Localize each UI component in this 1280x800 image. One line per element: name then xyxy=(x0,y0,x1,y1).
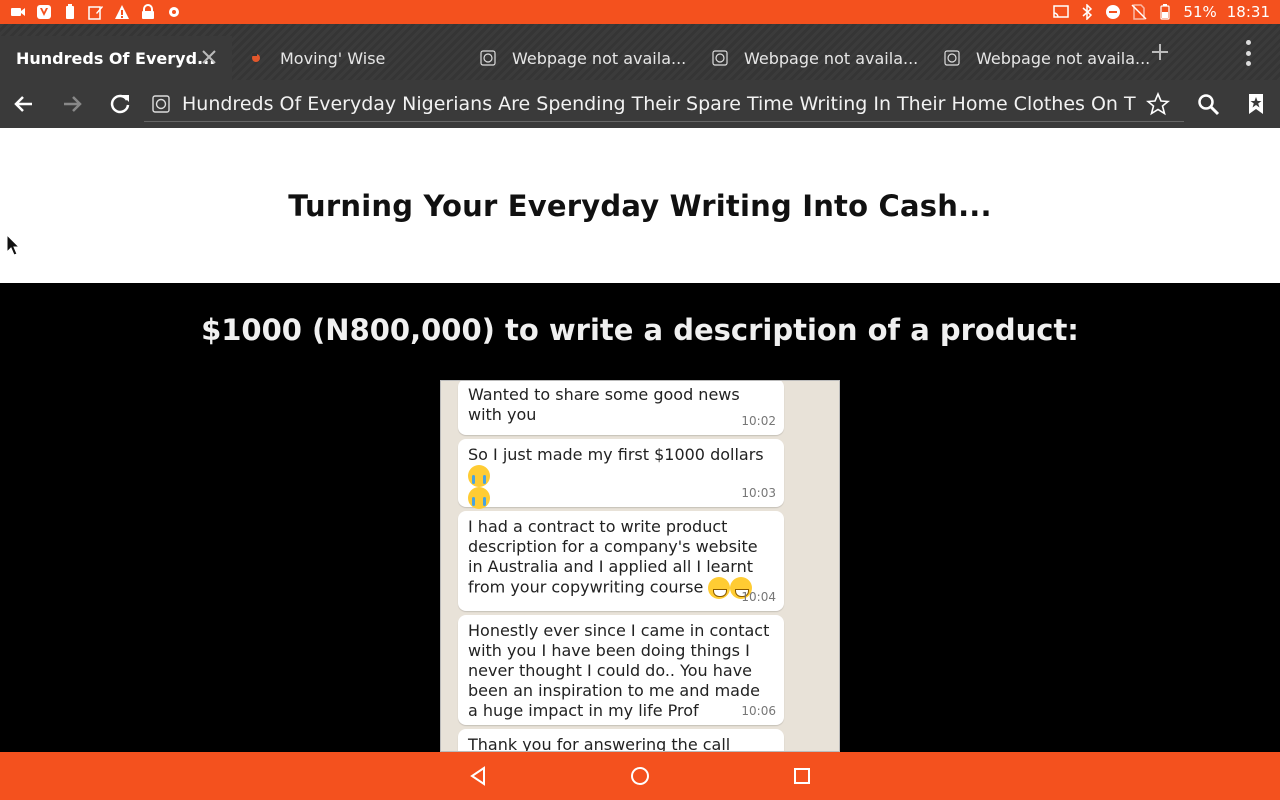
chat-message-text: So I just made my first $1000 dollars xyxy=(468,445,764,464)
no-sim-icon xyxy=(1131,4,1147,20)
address-bar[interactable]: Hundreds Of Everyday Nigerians Are Spend… xyxy=(144,86,1184,122)
page-headline: Turning Your Everyday Writing Into Cash.… xyxy=(288,188,992,223)
tab-hundreds-of-everyday[interactable]: Hundreds Of Everyd... xyxy=(0,36,232,80)
chat-message-text: Honestly ever since I came in contact wi… xyxy=(468,621,770,720)
chat-message-text: Wanted to share some good news with you xyxy=(468,385,740,424)
tab-webpage-not-available-3[interactable]: Webpage not availa... xyxy=(944,36,1150,80)
chat-message: I had a contract to write product descri… xyxy=(458,511,784,611)
chat-message-time: 10:04 xyxy=(741,590,776,604)
chat-message-time: 10:03 xyxy=(741,486,776,500)
star-icon xyxy=(1145,91,1171,116)
vivaldi-icon xyxy=(36,4,52,20)
do-not-disturb-icon xyxy=(1105,4,1121,20)
new-tab-button[interactable] xyxy=(1148,40,1172,64)
arrow-right-icon xyxy=(64,96,82,112)
navigation-bar xyxy=(0,752,1280,800)
section-subheading: $1000 (N800,000) to write a description … xyxy=(201,313,1079,347)
tab-moving-wise[interactable]: Moving' Wise xyxy=(248,36,385,80)
chat-message: Thank you for answering the call xyxy=(458,729,784,752)
square-recents-icon xyxy=(794,768,810,784)
warning-icon xyxy=(114,4,130,20)
arrow-left-icon xyxy=(14,96,32,112)
site-info-icon[interactable] xyxy=(152,94,170,113)
browser-toolbar: Hundreds Of Everyday Nigerians Are Spend… xyxy=(0,80,1280,128)
web-page: Turning Your Everyday Writing Into Cash.… xyxy=(0,128,1280,752)
site-favicon-icon xyxy=(248,50,264,66)
battery-icon xyxy=(1157,4,1173,20)
cast-icon xyxy=(1053,4,1070,20)
video-icon xyxy=(10,4,26,20)
tab-webpage-not-available-2[interactable]: Webpage not availa... xyxy=(712,36,918,80)
reload-button[interactable] xyxy=(108,92,132,116)
tab-title: Webpage not availa... xyxy=(976,48,1151,68)
notification-icons xyxy=(10,4,182,20)
tab-webpage-not-available-1[interactable]: Webpage not availa... xyxy=(480,36,686,80)
chat-screenshot-image: Wanted to share some good news with you … xyxy=(440,380,840,752)
battery-saver-icon xyxy=(62,4,78,20)
chat-message: Wanted to share some good news with you … xyxy=(458,381,784,435)
globe-icon xyxy=(944,50,960,66)
triangle-back-icon xyxy=(470,766,485,786)
tab-title: Hundreds Of Everyd... xyxy=(16,48,216,68)
overflow-menu-button[interactable] xyxy=(1238,40,1258,66)
chat-message: Honestly ever since I came in contact wi… xyxy=(458,615,784,725)
battery-percent: 51% xyxy=(1183,3,1217,21)
edit-note-icon xyxy=(88,4,104,20)
clock: 18:31 xyxy=(1226,3,1270,21)
bookmark-star-button[interactable] xyxy=(1145,91,1171,116)
globe-icon xyxy=(480,50,496,66)
chat-message-time: 10:02 xyxy=(741,414,776,428)
tab-title: Webpage not availa... xyxy=(512,48,687,68)
nav-home-button[interactable] xyxy=(629,765,651,787)
plus-icon xyxy=(1152,44,1168,60)
bookmark-icon xyxy=(1249,94,1263,114)
crying-emoji-icon xyxy=(468,487,490,509)
mouse-cursor-icon xyxy=(6,234,20,256)
tab-title: Moving' Wise xyxy=(280,48,386,68)
app-notification-icon xyxy=(166,4,182,20)
chat-message: So I just made my first $1000 dollars 10… xyxy=(458,439,784,509)
nav-back-button[interactable] xyxy=(467,765,489,787)
tab-strip: Hundreds Of Everyd... Moving' Wise Webpa… xyxy=(0,24,1280,80)
status-bar: 51% 18:31 xyxy=(0,0,1280,24)
back-button[interactable] xyxy=(12,92,36,116)
bookmarks-button[interactable] xyxy=(1244,92,1268,116)
forward-button[interactable] xyxy=(60,92,84,116)
system-icons: 51% 18:31 xyxy=(1053,3,1270,21)
bluetooth-icon xyxy=(1079,4,1095,20)
lock-icon xyxy=(140,4,156,20)
grinning-emoji-icon xyxy=(708,577,731,599)
reload-icon xyxy=(110,94,130,114)
close-icon[interactable] xyxy=(200,48,218,66)
chat-message-text: Thank you for answering the call xyxy=(468,735,731,752)
circle-home-icon xyxy=(631,767,649,785)
tab-title: Webpage not availa... xyxy=(744,48,919,68)
nav-recents-button[interactable] xyxy=(791,765,813,787)
chat-message-time: 10:06 xyxy=(741,704,776,718)
crying-emoji-icon xyxy=(468,465,490,487)
url-text[interactable]: Hundreds Of Everyday Nigerians Are Spend… xyxy=(182,93,1137,115)
hero-section: Turning Your Everyday Writing Into Cash.… xyxy=(0,128,1280,283)
globe-icon xyxy=(712,50,728,66)
search-icon xyxy=(1198,94,1220,116)
search-button[interactable] xyxy=(1196,92,1220,116)
